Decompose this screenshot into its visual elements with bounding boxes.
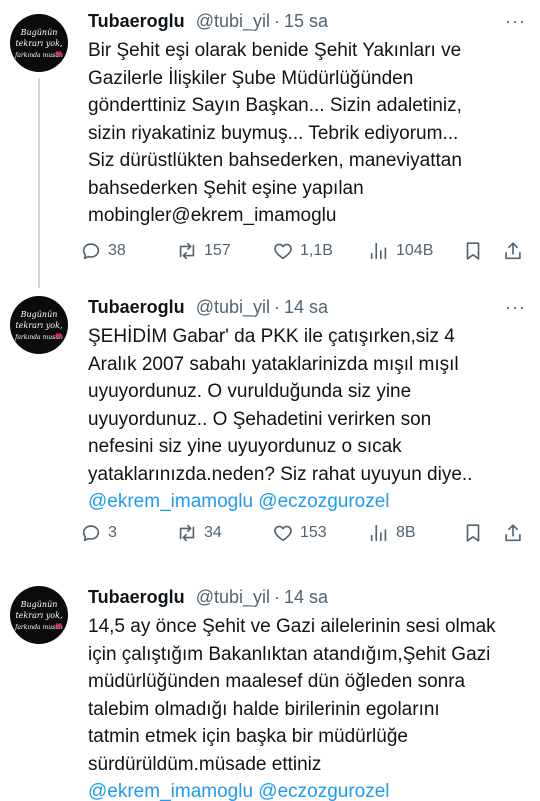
share-icon <box>505 524 521 542</box>
repost-icon <box>179 524 195 542</box>
tweet-text-line: yataklarınızda.neden? Siz rahat uyuyun d… <box>88 463 473 485</box>
avatar[interactable]: Bugünün tekrarı yok, farkında musun ♥ <box>10 14 68 72</box>
like-button[interactable]: 153 <box>272 518 327 548</box>
tweet-text-line: uyuyordunuz. O vurulduğunda siz yine <box>88 381 412 402</box>
bookmark-icon <box>466 242 480 260</box>
tweet-text-line: Bir Şehit eşi olarak benide Şehit Yakınl… <box>88 40 462 61</box>
meta-separator: · <box>274 11 280 31</box>
thread-line <box>38 78 40 288</box>
avatar-text-line2: tekrarı yok, <box>15 321 63 330</box>
tweet-text-line: tatmin etmek için başka bir müdürlüğe <box>88 726 408 747</box>
mention-link[interactable]: @ekrem_imamoglu @eczozgurozel <box>88 488 528 516</box>
views-icon <box>370 242 387 260</box>
tweet-header: Tubaeroglu @tubi_yil · 14 sa <box>88 584 328 610</box>
share-button[interactable] <box>502 236 524 266</box>
bookmark-icon <box>466 524 480 542</box>
tweet-text-line: müdürlüğünden maalesef dün öğleden sonra <box>88 671 466 692</box>
repost-button[interactable]: 34 <box>176 518 222 548</box>
tweet-text-line: için çalıştığım Bakanlıktan atandığım,Şe… <box>88 643 491 665</box>
reply-count: 38 <box>108 242 126 259</box>
bookmark-button[interactable] <box>462 518 484 548</box>
more-icon[interactable]: ··· <box>505 294 526 320</box>
share-button[interactable] <box>502 518 524 548</box>
author-name[interactable]: Tubaeroglu <box>88 587 185 607</box>
reply-button[interactable]: 3 <box>80 518 117 548</box>
reply-button[interactable]: 38 <box>80 236 126 266</box>
author-name[interactable]: Tubaeroglu <box>88 297 185 317</box>
like-button[interactable]: 1,1B <box>272 236 333 266</box>
avatar[interactable]: Bugünün tekrarı yok, farkında musun ♥ <box>10 586 68 644</box>
tweet-time[interactable]: 15 sa <box>284 11 328 31</box>
tweet-text: ŞEHİDİM Gabar' da PKK ile çatışırken,siz… <box>88 323 528 516</box>
heart-sticker-icon: ♥ <box>55 50 63 59</box>
tweet-text-line: talebim olmadığı halde birilerinin egola… <box>88 698 440 720</box>
tweet-header: Tubaeroglu @tubi_yil · 14 sa <box>88 294 328 320</box>
tweet-text-line: gönderttiniz Sayın Başkan... Sizin adale… <box>88 95 462 116</box>
heart-sticker-icon: ♥ <box>55 622 63 631</box>
tweet-time[interactable]: 14 sa <box>284 297 328 317</box>
views-icon <box>370 524 387 542</box>
repost-count: 157 <box>204 242 231 259</box>
tweet[interactable]: Bugünün tekrarı yok, farkında musun ♥ Tu… <box>0 0 540 288</box>
tweet-text-line: Gazilerle İlişkiler Şube Müdürlüğünden <box>88 67 414 89</box>
repost-count: 34 <box>204 524 222 541</box>
avatar-text-line1: Bugünün <box>20 310 58 319</box>
tweet-text-line: sürdürüldüm.müsade ettiniz <box>88 753 322 775</box>
more-icon[interactable]: ··· <box>505 8 526 34</box>
reply-icon <box>82 243 100 260</box>
avatar-text-line2: tekrarı yok, <box>15 39 63 48</box>
avatar-text-line1: Bugünün <box>20 28 58 37</box>
tweet-text-line: mobingler@ekrem_imamoglu <box>88 205 337 226</box>
like-count: 1,1B <box>300 242 333 259</box>
tweet-header: Tubaeroglu @tubi_yil · 15 sa <box>88 8 328 34</box>
meta-separator: · <box>274 297 280 317</box>
reply-count: 3 <box>108 524 117 541</box>
views-count: 8B <box>396 524 416 541</box>
repost-button[interactable]: 157 <box>176 236 231 266</box>
avatar[interactable]: Bugünün tekrarı yok, farkında musun ♥ <box>10 296 68 354</box>
tweet-text-line: 14,5 ay önce Şehit ve Gazi ailelerinin s… <box>88 616 496 637</box>
tweet-text-line: bahsederken Şehit eşine yapılan <box>88 177 364 199</box>
avatar-text-line1: Bugünün <box>20 600 58 609</box>
tweet-text-line: nefesini siz yine uyuyordunuz o sıcak <box>88 436 402 457</box>
author-handle[interactable]: @tubi_yil <box>196 587 270 607</box>
tweet-text-line: sizin riyakatiniz buymuş... Tebrik ediyo… <box>88 122 459 144</box>
author-handle[interactable]: @tubi_yil <box>196 297 270 317</box>
tweet-text-line: ŞEHİDİM Gabar' da PKK ile çatışırken,siz… <box>88 326 455 347</box>
author-name[interactable]: Tubaeroglu <box>88 11 185 31</box>
bookmark-button[interactable] <box>462 236 484 266</box>
tweet[interactable]: Bugünün tekrarı yok, farkında musun ♥ Tu… <box>0 562 540 801</box>
mention-link[interactable]: @ekrem_imamoglu @eczozgurozel <box>88 778 528 801</box>
tweet-time[interactable]: 14 sa <box>284 587 328 607</box>
tweet-text-line: uyuyordunuz.. O Şehadetini verirken son <box>88 408 432 430</box>
author-handle[interactable]: @tubi_yil <box>196 11 270 31</box>
action-bar: 3 34 153 8B <box>80 518 532 548</box>
tweet-text-line: Siz dürüstlükten bahsederken, maneviyatt… <box>88 150 462 171</box>
tweet-text: 14,5 ay önce Şehit ve Gazi ailelerinin s… <box>88 613 528 801</box>
views-button[interactable]: 8B <box>368 518 416 548</box>
heart-sticker-icon: ♥ <box>55 332 63 341</box>
heart-icon <box>274 243 292 260</box>
views-button[interactable]: 104B <box>368 236 433 266</box>
share-icon <box>505 242 521 260</box>
like-count: 153 <box>300 524 327 541</box>
tweet[interactable]: Bugünün tekrarı yok, farkında musun ♥ Tu… <box>0 282 540 562</box>
meta-separator: · <box>274 587 280 607</box>
avatar-text-line2: tekrarı yok, <box>15 611 63 620</box>
repost-icon <box>179 242 195 260</box>
views-count: 104B <box>396 242 434 259</box>
tweet-text-line: Aralık 2007 sabahı yataklarinizda mışıl … <box>88 353 459 375</box>
tweet-text: Bir Şehit eşi olarak benide Şehit Yakınl… <box>88 37 528 230</box>
reply-icon <box>82 525 100 542</box>
action-bar: 38 157 1,1B 104B <box>80 236 532 266</box>
heart-icon <box>274 525 292 542</box>
